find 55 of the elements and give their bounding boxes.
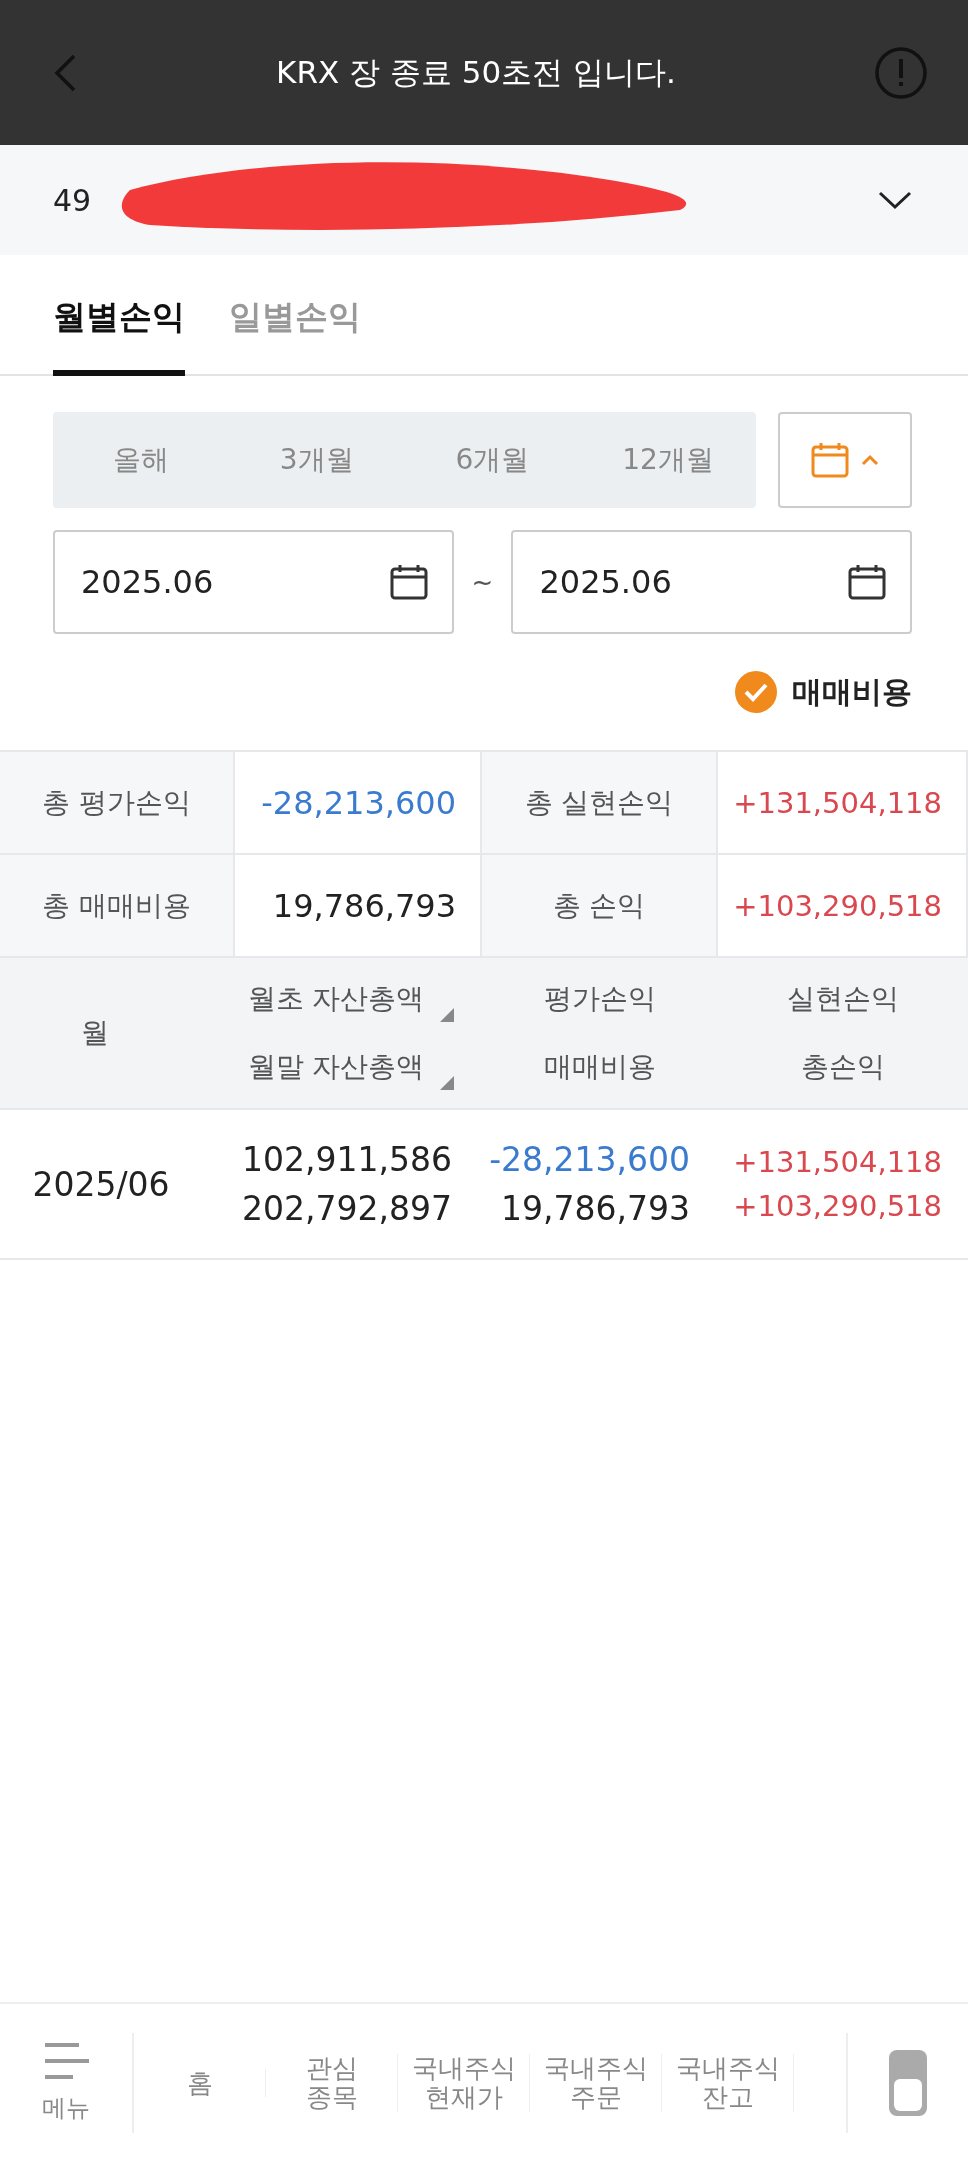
column-header: 실현손익 <box>787 982 899 1015</box>
table-cell: 202,792,897 <box>242 1189 452 1228</box>
nav-item[interactable]: 국내주식 현재가 <box>398 2054 530 2112</box>
info-icon[interactable] <box>874 45 928 100</box>
table-cell: +131,504,118 <box>733 1145 942 1179</box>
start-date-field[interactable]: 2025.06 <box>53 530 454 634</box>
sort-icon[interactable] <box>440 1076 455 1090</box>
period-option[interactable]: 올해 <box>53 441 229 479</box>
sort-icon[interactable] <box>440 1008 455 1022</box>
summary-value: +131,504,118 <box>718 752 968 855</box>
period-option[interactable]: 3개월 <box>228 441 405 479</box>
menu-label: 메뉴 <box>42 2093 90 2124</box>
table-cell: -28,213,600 <box>489 1140 690 1179</box>
table-cell: +103,290,518 <box>733 1189 942 1223</box>
nav-item[interactable]: 관심 종목 <box>266 2054 398 2112</box>
checkbox[interactable] <box>734 670 778 714</box>
tab[interactable]: 월별손익 <box>53 295 185 376</box>
toggle-icon[interactable] <box>888 2049 928 2117</box>
toast-message: KRX 장 종료 50초전 입니다. <box>275 52 677 92</box>
period-option[interactable]: 6개월 <box>404 441 581 479</box>
summary-value: +103,290,518 <box>718 855 968 958</box>
summary-label: 총 손익 <box>482 855 718 958</box>
account-selector[interactable]: 49 <box>0 145 968 255</box>
column-header: 매매비용 <box>544 1050 656 1083</box>
table-cell: 19,786,793 <box>501 1189 690 1228</box>
back-icon[interactable] <box>52 52 78 93</box>
menu-button[interactable]: 메뉴 <box>0 2033 134 2133</box>
column-header: 평가손익 <box>544 982 656 1015</box>
summary-label: 총 실현손익 <box>482 752 718 855</box>
caret-up-icon <box>861 454 879 466</box>
summary-value: 19,786,793 <box>235 855 482 958</box>
table-cell: 102,911,586 <box>242 1140 452 1179</box>
nav-item[interactable]: 국내주식 잔고 <box>662 2054 794 2112</box>
nav-item[interactable]: 홈 <box>134 2068 266 2098</box>
period-option[interactable]: 12개월 <box>580 441 756 479</box>
checkbox-label: 매매비용 <box>792 672 912 711</box>
summary-label: 총 매매비용 <box>0 855 235 958</box>
calendar-toggle-button[interactable] <box>778 412 912 508</box>
calendar-icon <box>848 564 886 600</box>
chevron-down-icon <box>878 190 912 210</box>
column-header: 총손익 <box>801 1050 885 1083</box>
tab[interactable]: 일별손익 <box>229 295 361 376</box>
column-header: 월 <box>81 1016 109 1049</box>
nav-item[interactable]: 국내주식 주문 <box>530 2054 662 2112</box>
month-cell: 2025/06 <box>32 1164 170 1204</box>
column-header: 월말 자산총액 <box>247 1050 425 1083</box>
summary-label: 총 평가손익 <box>0 752 235 855</box>
end-date-field[interactable]: 2025.06 <box>511 530 912 634</box>
summary-value: -28,213,600 <box>235 752 482 855</box>
menu-icon <box>43 2042 89 2082</box>
column-header: 월초 자산총액 <box>247 982 425 1015</box>
calendar-icon <box>811 442 849 478</box>
calendar-icon <box>389 564 428 600</box>
range-separator: ~ <box>471 567 494 597</box>
account-number: 49 <box>53 182 92 218</box>
